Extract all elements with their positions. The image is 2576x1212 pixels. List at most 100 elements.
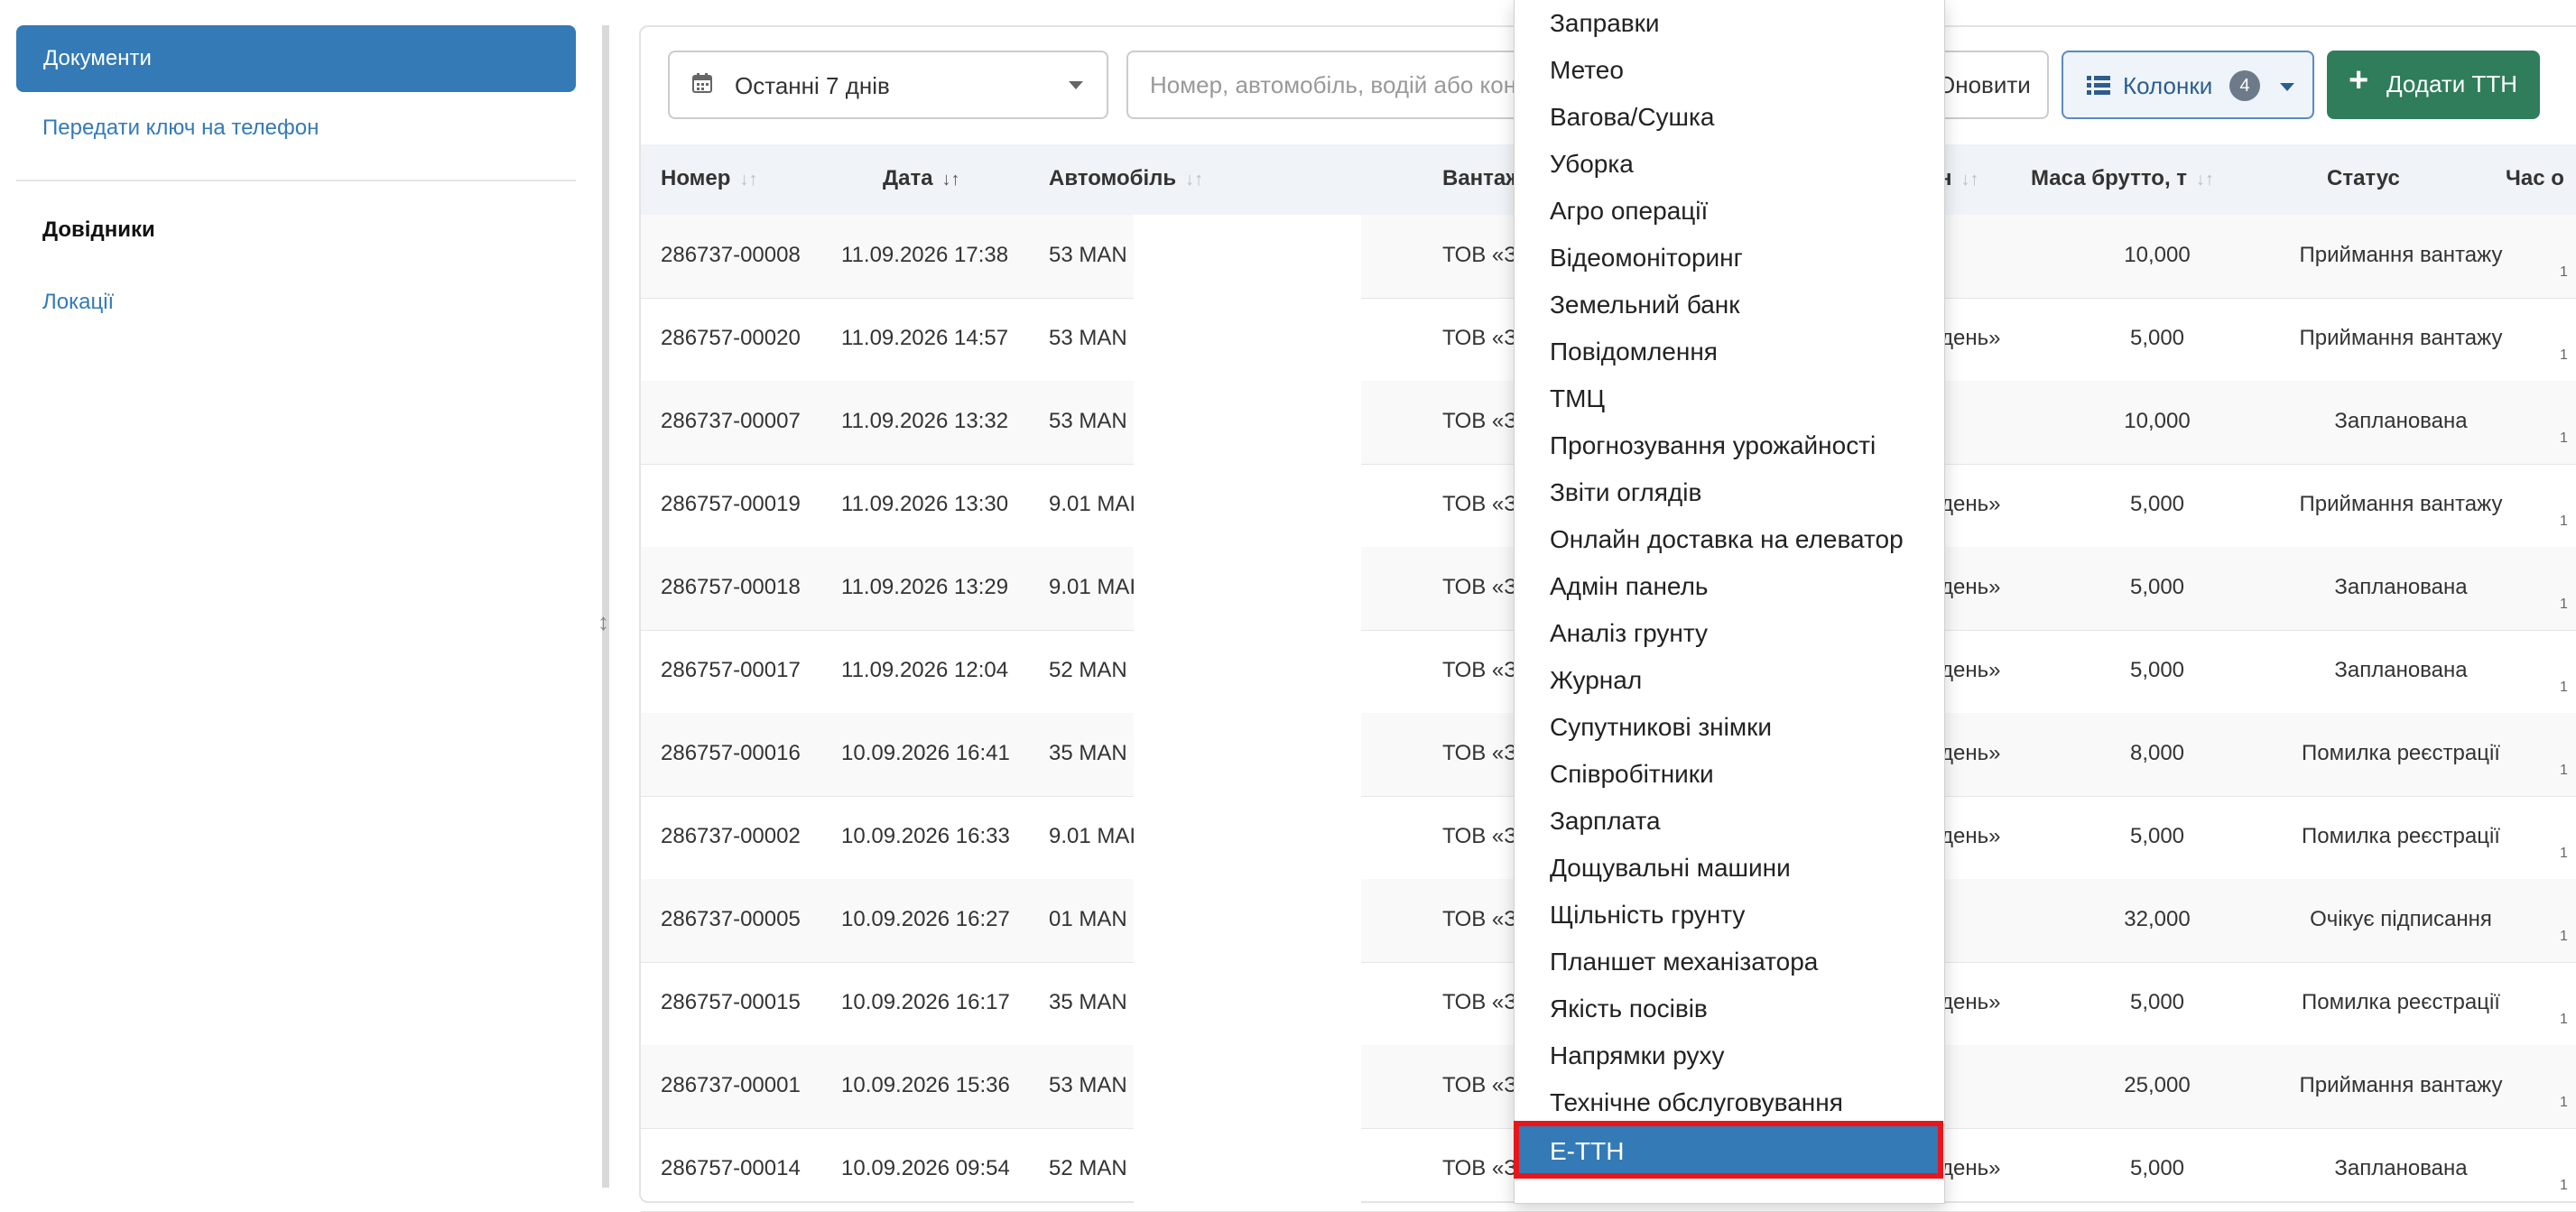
- cell-number: 286757-00018: [661, 575, 801, 599]
- menu-item-e-ttn[interactable]: Е-ТТН: [1514, 1121, 1943, 1179]
- menu-item[interactable]: Технічне обслуговування: [1550, 1088, 1843, 1117]
- cell-time-partial: 1: [2560, 1095, 2568, 1110]
- menu-item[interactable]: Прогнозування урожайності: [1550, 431, 1876, 460]
- cell-gross: 8,000: [2129, 741, 2185, 765]
- cell-cargo: ТОВ «З: [1442, 243, 1517, 267]
- cell-date: 11.09.2026 13:32: [841, 409, 1009, 433]
- cell-vehicle: 9.01 MAI: [1049, 575, 1136, 599]
- menu-item[interactable]: Планшет механізатора: [1550, 948, 1818, 976]
- cell-status: Запланована: [2334, 658, 2468, 682]
- menu-item[interactable]: Дощувальні машини: [1550, 854, 1791, 883]
- cell-gross: 5,000: [2129, 658, 2185, 682]
- cell-number: 286757-00014: [661, 1156, 801, 1180]
- menu-item[interactable]: Повідомлення: [1550, 338, 1718, 366]
- menu-item[interactable]: Напрямки руху: [1550, 1041, 1725, 1070]
- cell-date: 10.09.2026 16:27: [841, 907, 1010, 931]
- cell-number: 286737-00001: [661, 1073, 801, 1097]
- menu-item[interactable]: Уборка: [1550, 150, 1634, 179]
- cell-cargo: ТОВ «З: [1442, 907, 1517, 931]
- plus-icon: +: [2349, 61, 2369, 99]
- cell-status: Помилка реєстрації: [2302, 990, 2500, 1014]
- column-header-gross-weight[interactable]: Маса брутто, т ↓↑: [2031, 166, 2214, 191]
- panel-splitter[interactable]: [602, 25, 609, 1188]
- cell-time-partial: 1: [2560, 430, 2568, 446]
- cell-hidden: день»: [1941, 575, 2001, 599]
- menu-item[interactable]: Земельний банк: [1550, 291, 1740, 319]
- cell-gross: 10,000: [2124, 409, 2191, 433]
- sort-icon: ↓↑: [941, 170, 960, 190]
- cell-time-partial: 1: [2560, 1178, 2568, 1193]
- add-ttn-button[interactable]: + Додати ТТН: [2327, 51, 2540, 119]
- cell-date: 11.09.2026 17:38: [841, 243, 1009, 267]
- sidebar: Документи Передати ключ на телефон Довід…: [0, 0, 596, 1203]
- menu-item[interactable]: Співробітники: [1550, 760, 1714, 789]
- column-header-time[interactable]: Час о: [2506, 166, 2564, 191]
- cell-time-partial: 1: [2560, 680, 2568, 695]
- cell-date: 11.09.2026 13:30: [841, 492, 1009, 516]
- cell-vehicle: 52 MAN: [1049, 1156, 1127, 1180]
- cell-time-partial: 1: [2560, 763, 2568, 778]
- sidebar-item-locations[interactable]: Локації: [42, 290, 114, 315]
- cell-status: Приймання вантажу: [2299, 326, 2503, 350]
- column-header-vehicle[interactable]: Автомобіль ↓↑: [1049, 166, 1203, 191]
- cell-time-partial: 1: [2560, 929, 2568, 944]
- cell-time-partial: 1: [2560, 264, 2568, 280]
- menu-item[interactable]: Заправки: [1550, 9, 1660, 38]
- menu-item[interactable]: Щільність грунту: [1550, 901, 1745, 930]
- menu-item[interactable]: Супутникові знімки: [1550, 713, 1772, 742]
- cell-status: Приймання вантажу: [2299, 492, 2503, 516]
- cell-date: 10.09.2026 16:33: [841, 824, 1010, 848]
- menu-item[interactable]: Адмін панель: [1550, 572, 1709, 601]
- cell-status: Приймання вантажу: [2299, 243, 2503, 267]
- cell-status: Помилка реєстрації: [2302, 824, 2500, 848]
- menu-item[interactable]: Зарплата: [1550, 807, 1661, 836]
- column-header-status[interactable]: Статус: [2327, 166, 2400, 191]
- cell-gross: 5,000: [2129, 1156, 2185, 1180]
- menu-item[interactable]: Звіти оглядів: [1550, 478, 1701, 507]
- cell-time-partial: 1: [2560, 1012, 2568, 1027]
- menu-item[interactable]: Метео: [1550, 56, 1624, 85]
- cell-cargo: ТОВ «З: [1442, 1073, 1517, 1097]
- menu-item[interactable]: Вагова/Сушка: [1550, 103, 1714, 132]
- cell-cargo: ТОВ «З: [1442, 326, 1517, 350]
- resize-handle-icon[interactable]: ↕: [598, 610, 609, 634]
- sort-icon: ↓↑: [2196, 170, 2215, 190]
- menu-item[interactable]: Якість посівів: [1550, 995, 1708, 1023]
- cell-number: 286737-00002: [661, 824, 801, 848]
- menu-item[interactable]: Журнал: [1550, 666, 1642, 695]
- menu-item[interactable]: ТМЦ: [1550, 384, 1605, 413]
- chevron-down-icon: [2280, 83, 2294, 91]
- cell-vehicle: 35 MAN: [1049, 990, 1127, 1014]
- cell-cargo: ТОВ «З: [1442, 1156, 1517, 1180]
- menu-item[interactable]: Агро операції: [1550, 197, 1708, 226]
- cell-gross: 5,000: [2129, 575, 2185, 599]
- sidebar-item-send-key[interactable]: Передати ключ на телефон: [42, 116, 319, 141]
- cell-vehicle: 53 MAN: [1049, 1073, 1127, 1097]
- cell-hidden: день»: [1941, 1156, 2001, 1180]
- menu-item[interactable]: Аналіз грунту: [1550, 619, 1708, 648]
- cell-time-partial: 1: [2560, 846, 2568, 861]
- cell-cargo: ТОВ «З: [1442, 824, 1517, 848]
- cell-time-partial: 1: [2560, 347, 2568, 363]
- cell-cargo: ТОВ «З: [1442, 575, 1517, 599]
- column-header-number[interactable]: Номер ↓↑: [661, 166, 757, 191]
- cell-gross: 25,000: [2124, 1073, 2191, 1097]
- sidebar-heading-directories: Довідники: [42, 217, 155, 242]
- cell-status: Очікує підписання: [2310, 907, 2492, 931]
- cell-gross: 10,000: [2124, 243, 2191, 267]
- column-header-cargo[interactable]: Вантаж: [1442, 166, 1521, 191]
- cell-gross: 5,000: [2129, 492, 2185, 516]
- menu-item-e-ttn-label: Е-ТТН: [1550, 1137, 1625, 1165]
- date-range-select[interactable]: Останні 7 днів: [668, 51, 1108, 119]
- column-header-date[interactable]: Дата ↓↑: [883, 166, 960, 191]
- menu-item[interactable]: Відеомоніторинг: [1550, 244, 1743, 273]
- cell-time-partial: 1: [2560, 513, 2568, 529]
- cell-status: Помилка реєстрації: [2302, 741, 2500, 765]
- cell-hidden: день»: [1941, 824, 2001, 848]
- cell-date: 10.09.2026 16:41: [841, 741, 1010, 765]
- sidebar-item-documents[interactable]: Документи: [16, 25, 576, 92]
- menu-item[interactable]: Онлайн доставка на елеватор: [1550, 525, 1904, 554]
- cell-date: 11.09.2026 13:29: [841, 575, 1009, 599]
- cell-gross: 5,000: [2129, 824, 2185, 848]
- columns-button[interactable]: Колонки 4: [2062, 51, 2314, 119]
